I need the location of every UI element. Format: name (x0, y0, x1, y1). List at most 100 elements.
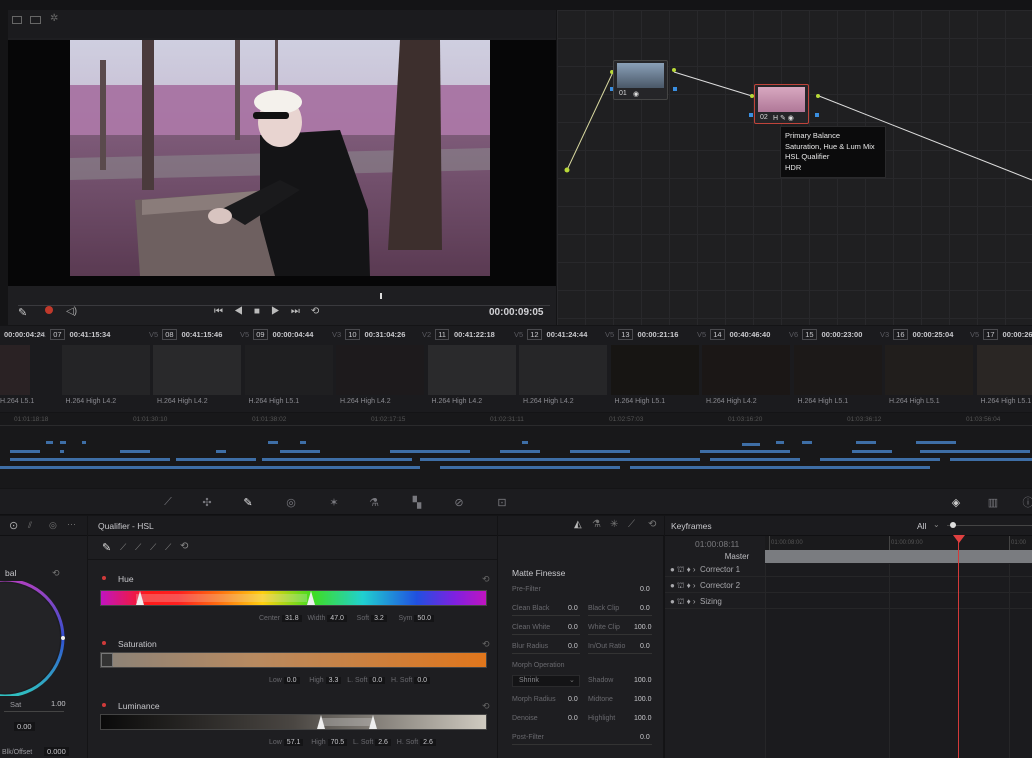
timeline-clip-block[interactable] (46, 441, 53, 444)
slider-line[interactable] (512, 653, 580, 654)
lum-lsoft-value[interactable]: 2.6 (375, 739, 391, 746)
lum-hsoft-value[interactable]: 2.6 (420, 739, 436, 746)
timeline-clip-block[interactable] (920, 450, 1030, 453)
timeline-clip-block[interactable] (176, 458, 256, 461)
clip-thumbnail[interactable] (610, 345, 699, 395)
curves-icon[interactable]: ⟋ (160, 494, 176, 510)
hue-enable-dot[interactable] (102, 576, 106, 580)
pre-filter-value[interactable]: 0.0 (640, 586, 650, 593)
luminance-bar[interactable] (100, 714, 487, 730)
lum-low-value[interactable]: 57.1 (283, 739, 304, 746)
clean-black-value[interactable]: 0.0 (568, 605, 578, 612)
key-icon[interactable]: ⊘ (451, 494, 467, 510)
blur-icon[interactable]: ▚ (409, 494, 425, 510)
slider-line[interactable] (588, 634, 652, 635)
clip-thumbnail[interactable] (336, 345, 424, 395)
qualifier-reset-icon[interactable]: ⟲ (180, 541, 188, 552)
timeline-clip-block[interactable] (10, 450, 40, 453)
slider-line[interactable] (512, 744, 652, 745)
post-filter-value[interactable]: 0.0 (640, 734, 650, 741)
timeline-clip-block[interactable] (852, 450, 892, 453)
clip-thumbnail[interactable] (427, 345, 516, 395)
magic-mask-icon[interactable]: ⚗ (366, 494, 382, 510)
node-01[interactable]: 01 ◉ (613, 60, 668, 100)
bars-icon[interactable]: ⫽ (28, 520, 32, 531)
playhead-marker-icon[interactable] (953, 535, 965, 543)
saturation-bar[interactable] (100, 652, 487, 668)
luminance-handle-left[interactable] (317, 715, 325, 729)
keyframes-filter[interactable]: All (917, 521, 926, 531)
playhead[interactable] (380, 293, 382, 299)
target-icon[interactable]: ⊙ (9, 519, 18, 532)
hue-reset-icon[interactable]: ⟲ (482, 574, 490, 585)
clip-thumbnail[interactable] (153, 345, 241, 395)
timeline-clip-block[interactable] (390, 450, 470, 453)
warper-icon[interactable]: ✣ (199, 494, 215, 510)
clip-thumbnail[interactable] (976, 345, 1032, 395)
inout-ratio-value[interactable]: 0.0 (640, 643, 650, 650)
blur-radius-value[interactable]: 0.0 (568, 643, 578, 650)
sparkle-icon[interactable]: ✲ (50, 13, 58, 24)
shadow-value[interactable]: 100.0 (634, 677, 652, 684)
feather-plus-icon[interactable]: ⟋ (165, 542, 171, 553)
clip-thumbnail[interactable] (793, 345, 882, 395)
midtone-value[interactable]: 100.0 (634, 696, 652, 703)
saturation-reset-icon[interactable]: ⟲ (482, 639, 490, 650)
keyframe-row-corrector-1[interactable]: ● ⛫ ♦ › Corrector 1 (670, 565, 740, 575)
hue-sym-value[interactable]: 50.0 (414, 615, 435, 622)
timeline-clip-block[interactable] (0, 466, 420, 469)
timeline-clip-block[interactable] (710, 458, 800, 461)
info-icon[interactable]: ⓘ (1020, 494, 1032, 510)
timeline-clip-block[interactable] (300, 441, 306, 444)
timeline-clip-block[interactable] (82, 441, 86, 444)
highlight-value[interactable]: 100.0 (634, 715, 652, 722)
invert-icon[interactable]: ⚗ (592, 519, 601, 530)
timeline-clip-block[interactable] (742, 443, 760, 446)
timeline-clip-block[interactable] (440, 466, 620, 469)
timeline-clip-block[interactable] (262, 458, 412, 461)
timeline-clip-block[interactable] (802, 441, 812, 444)
transport-controls[interactable]: ⏮◀■▶⏭⟲ (214, 306, 330, 317)
audio-icon[interactable]: ◁) (66, 306, 77, 317)
clip-thumbnail[interactable] (702, 345, 790, 395)
luminance-enable-dot[interactable] (102, 703, 106, 707)
slider-line[interactable] (512, 634, 580, 635)
timeline-clip-block[interactable] (522, 441, 528, 444)
window-icon[interactable]: ◎ (283, 494, 299, 510)
black-clip-value[interactable]: 0.0 (640, 605, 650, 612)
mode-icon[interactable]: ✳ (610, 519, 618, 530)
morph-operation-select[interactable]: Shrink ⌄ (512, 675, 580, 687)
timeline-clip-block[interactable] (10, 458, 170, 461)
color-picker-icon[interactable]: ✎ (18, 306, 27, 319)
sat-low-value[interactable]: 0.0 (283, 677, 300, 684)
offset-value[interactable]: 0.000 (44, 747, 69, 756)
timeline-clip-block[interactable] (776, 441, 784, 444)
saturation-range[interactable] (101, 653, 113, 667)
timeline-clip-block[interactable] (950, 458, 1032, 461)
clip-thumbnail[interactable] (244, 345, 333, 395)
keyframe-area[interactable] (765, 564, 1032, 758)
clean-white-value[interactable]: 0.0 (568, 624, 578, 631)
highlight-icon[interactable]: ◭ (574, 519, 582, 530)
clip-thumbnail[interactable] (519, 345, 607, 395)
timeline-clip-block[interactable] (660, 458, 700, 461)
timeline-clip-block[interactable] (700, 450, 790, 453)
slider-line[interactable] (588, 653, 652, 654)
wheel-mode-icon[interactable]: ◎ (49, 520, 57, 531)
lum-high-value[interactable]: 70.5 (327, 739, 348, 746)
keyframe-row-corrector-2[interactable]: ● ⛫ ♦ › Corrector 2 (670, 581, 740, 591)
field-value[interactable]: 0.00 (14, 722, 35, 731)
wheel-reset-icon[interactable]: ⟲ (52, 568, 60, 579)
hue-handle-right[interactable] (307, 591, 315, 605)
timeline-clip-block[interactable] (216, 450, 226, 453)
saturation-enable-dot[interactable] (102, 641, 106, 645)
hue-width-value[interactable]: 47.0 (327, 615, 347, 622)
color-wheel[interactable] (0, 581, 70, 696)
scopes-icon[interactable]: ▥ (985, 494, 1001, 510)
white-clip-value[interactable]: 100.0 (634, 624, 652, 631)
pen-icon[interactable]: ⟋ (628, 519, 635, 530)
matte-reset-icon[interactable]: ⟲ (648, 519, 656, 530)
tracker-icon[interactable]: ✶ (326, 494, 342, 510)
keyframes-toggle-icon[interactable]: ◈ (948, 494, 964, 510)
sizing-icon[interactable]: ⊡ (494, 494, 510, 510)
